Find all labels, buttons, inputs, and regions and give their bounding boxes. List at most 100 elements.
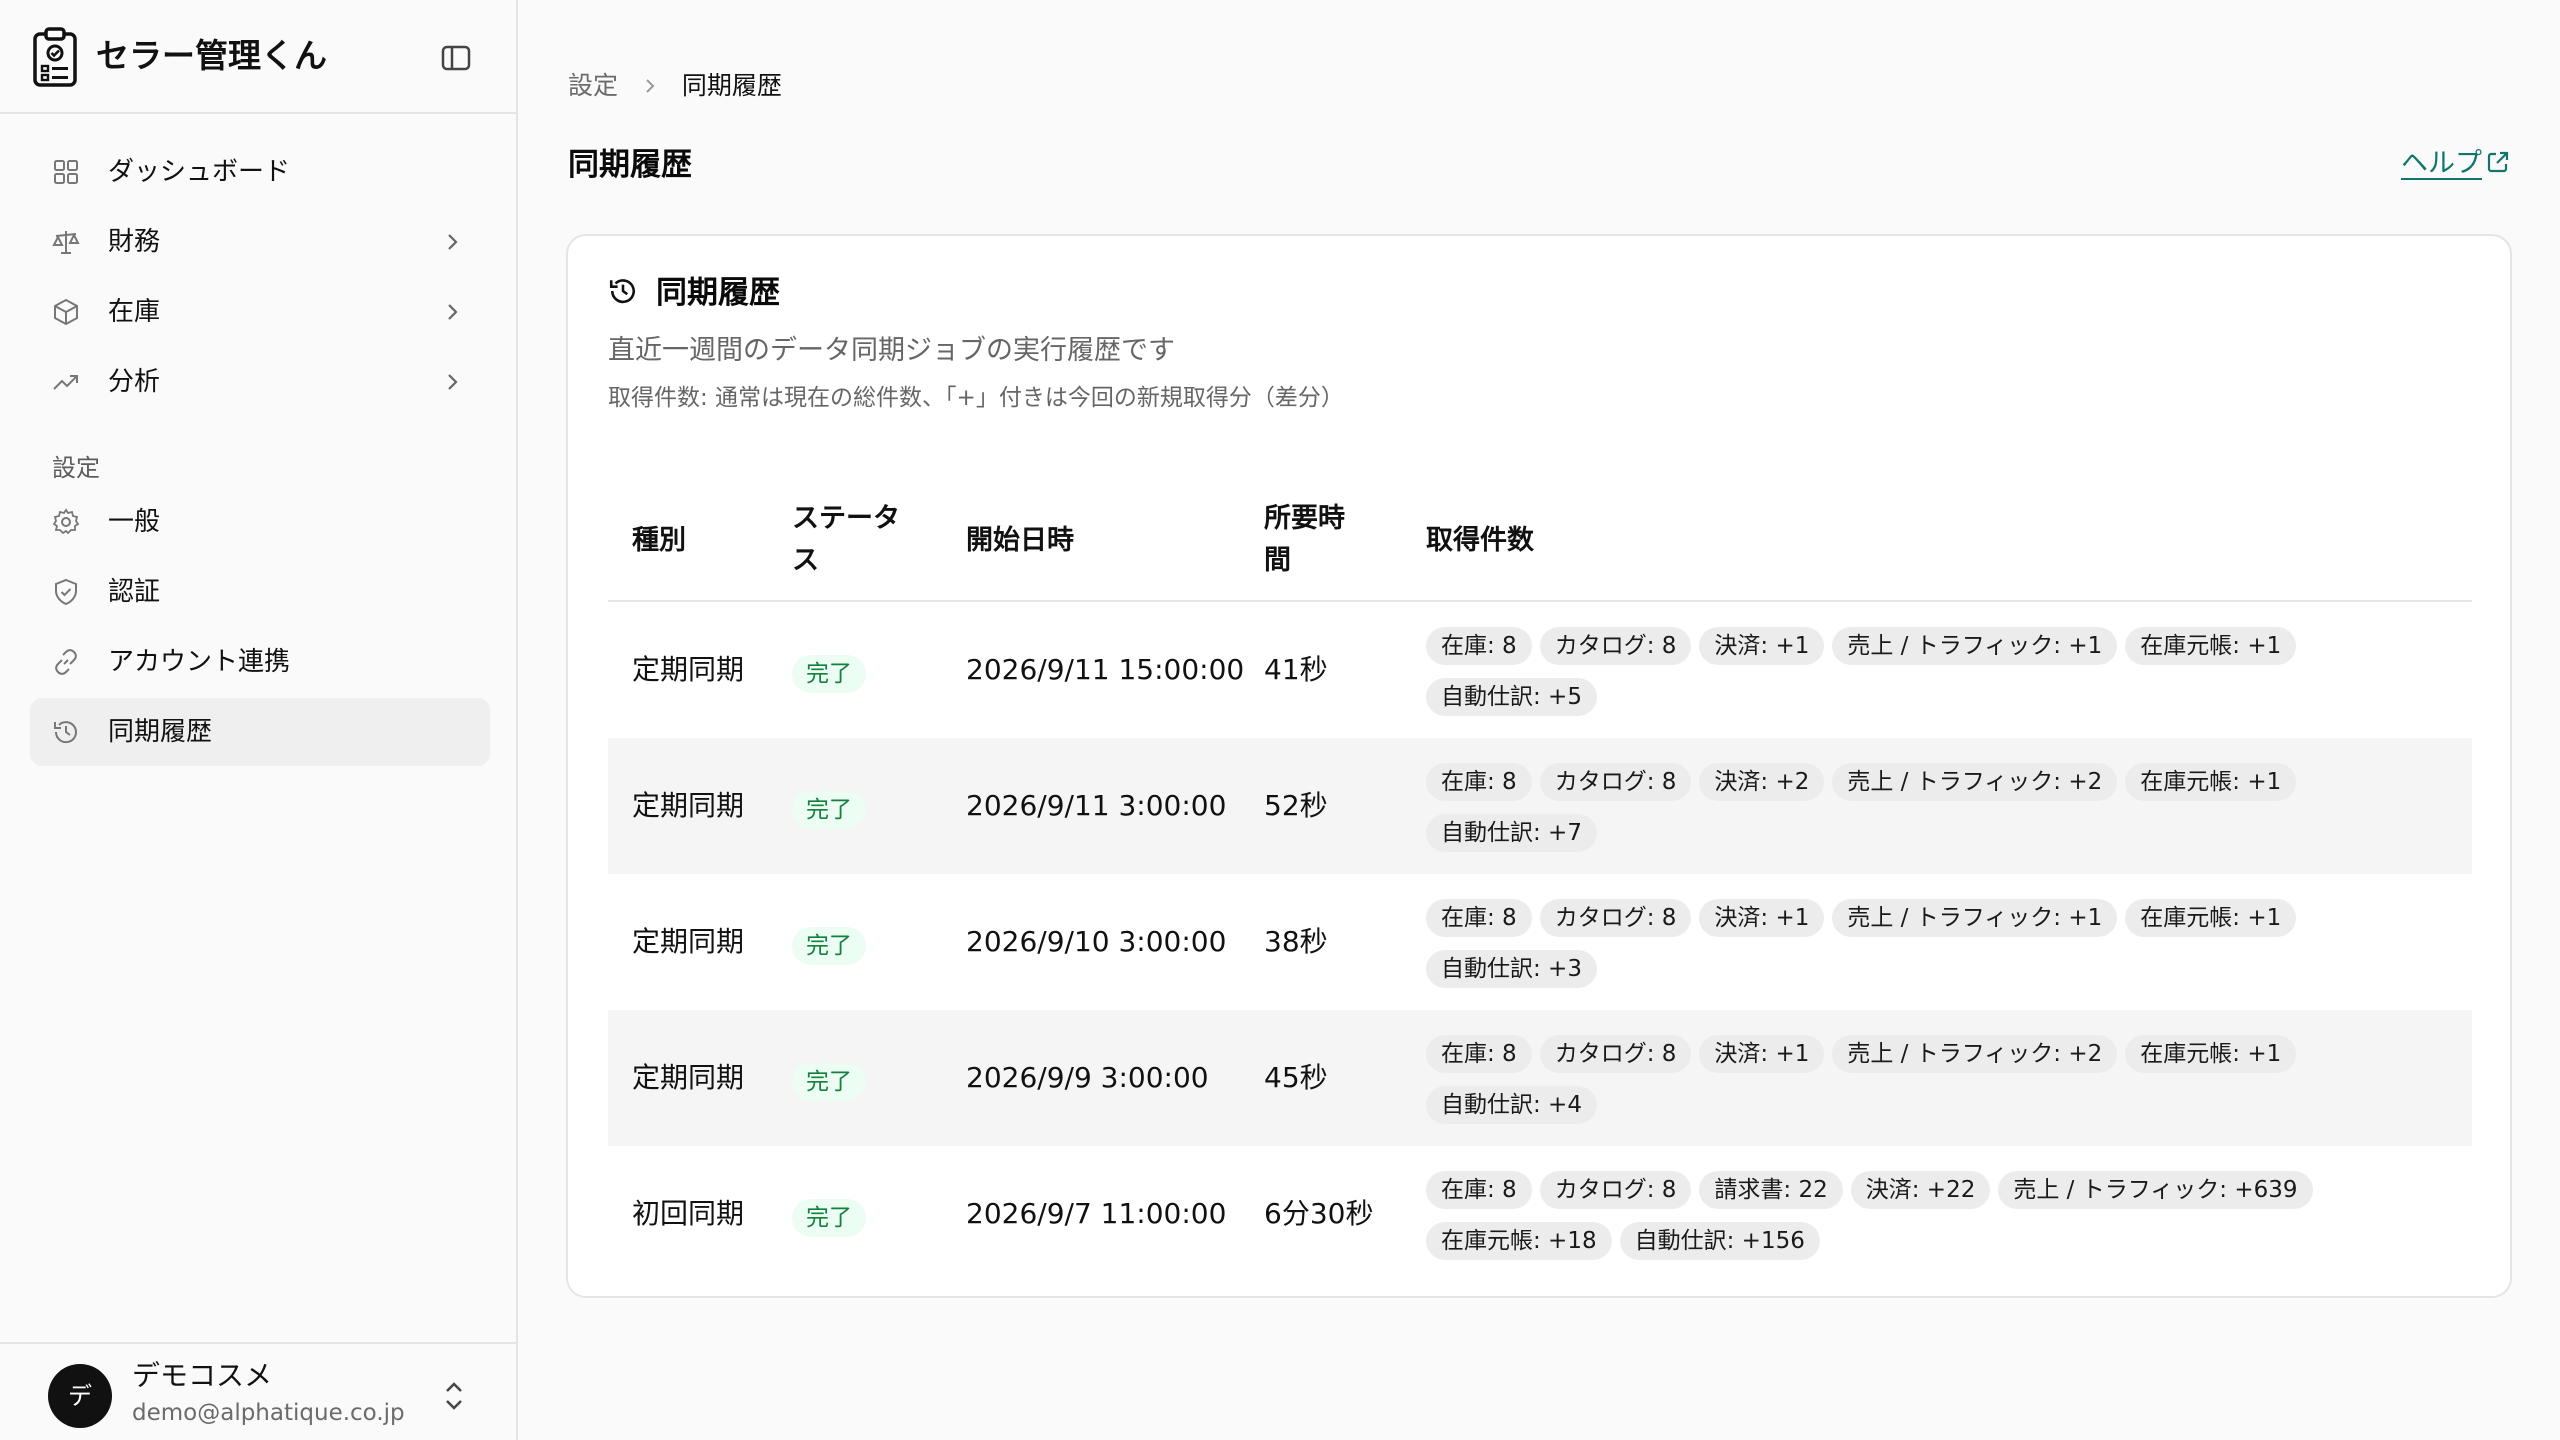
count-chip: 自動仕訳: +156 xyxy=(1619,1222,1820,1260)
count-chip: 売上 / トラフィック: +1 xyxy=(1832,899,2118,937)
column-header-counts: 取得件数 xyxy=(1426,525,1534,556)
user-menu[interactable]: デ デモコスメ demo@alphatique.co.jp xyxy=(0,1342,516,1440)
sidebar-item-sync-history[interactable]: 同期履歴 xyxy=(30,698,490,766)
link-icon xyxy=(55,649,77,675)
count-chip: 請求書: 22 xyxy=(1699,1171,1843,1209)
sidebar-item-label: 在庫 xyxy=(108,297,161,327)
history-icon xyxy=(54,721,77,744)
column-header-status-line1: ステータ xyxy=(792,503,900,534)
status-cell: 完了 xyxy=(792,1060,866,1101)
counts-cell: 在庫: 8 カタログ: 8 決済: +1 売上 / トラフィック: +2 在庫元帳: +… xyxy=(1426,1032,2426,1134)
counts-cell: 在庫: 8 カタログ: 8 請求書: 22 決済: +22 売上 / トラフィック: +… xyxy=(1426,1168,2426,1270)
sidebar: セラー管理くん ダッシュボード 財務 在庫 分析 設定 一般 認証 アカウント連… xyxy=(0,0,518,1440)
status-badge: 完了 xyxy=(792,927,866,965)
user-name: デモコスメ xyxy=(132,1359,273,1392)
trending-up-icon xyxy=(53,375,78,390)
chevron-right-icon xyxy=(448,374,458,390)
sidebar-item-label: 財務 xyxy=(108,227,161,257)
sidebar-item-account-link[interactable]: アカウント連携 xyxy=(30,628,490,696)
sidebar-item-label: 一般 xyxy=(108,507,161,537)
count-chip: カタログ: 8 xyxy=(1539,1035,1692,1073)
column-header-start: 開始日時 xyxy=(966,525,1074,556)
count-chip: 在庫: 8 xyxy=(1426,627,1532,665)
sync-history-card: 同期履歴 直近一週間のデータ同期ジョブの実行履歴です 取得件数: 通常は現在の総… xyxy=(566,234,2512,1298)
sidebar-item-analytics[interactable]: 分析 xyxy=(30,348,490,416)
column-header-duration: 所要時 間 xyxy=(1264,498,1345,582)
sidebar-item-dashboard[interactable]: ダッシュボード xyxy=(30,138,490,206)
scale-icon xyxy=(52,231,80,254)
count-chip: 在庫: 8 xyxy=(1426,763,1532,801)
duration: 41秒 xyxy=(1264,653,1328,686)
status-cell: 完了 xyxy=(792,924,866,965)
table-row: 定期同期 完了 2026/9/10 3:00:00 38秒 在庫: 8 カタログ:… xyxy=(608,874,2472,1010)
count-chip: 決済: +1 xyxy=(1699,1035,1825,1073)
sidebar-item-label: 認証 xyxy=(108,577,161,607)
duration: 45秒 xyxy=(1264,1061,1328,1094)
count-chip: 在庫元帳: +1 xyxy=(2125,627,2297,665)
sync-history-table: 種別 ステータ ス 開始日時 所要時 間 取得件数 定期同期 完了 2026/9… xyxy=(608,454,2472,1282)
status-cell: 完了 xyxy=(792,1196,866,1237)
sidebar-item-finance[interactable]: 財務 xyxy=(30,208,490,276)
count-chip: 在庫元帳: +1 xyxy=(2125,763,2297,801)
duration: 52秒 xyxy=(1264,789,1328,822)
counts-cell: 在庫: 8 カタログ: 8 決済: +2 売上 / トラフィック: +2 在庫元帳: +… xyxy=(1426,760,2426,862)
sidebar-item-auth[interactable]: 認証 xyxy=(30,558,490,626)
card-title: 同期履歴 xyxy=(656,275,780,311)
duration: 38秒 xyxy=(1264,925,1328,958)
sidebar-section-label: 設定 xyxy=(52,454,100,482)
app-title: セラー管理くん xyxy=(96,36,327,75)
avatar: デ xyxy=(48,1364,112,1428)
status-badge: 完了 xyxy=(792,1199,866,1237)
sidebar-item-inventory[interactable]: 在庫 xyxy=(30,278,490,346)
duration: 6分30秒 xyxy=(1264,1197,1374,1230)
help-link[interactable]: ヘルプ xyxy=(2401,146,2510,182)
count-chip: 自動仕訳: +5 xyxy=(1426,678,1597,716)
sidebar-item-label: アカウント連携 xyxy=(108,647,291,677)
table-header: 種別 ステータ ス 開始日時 所要時 間 取得件数 xyxy=(608,454,2472,602)
history-icon xyxy=(609,279,635,304)
column-header-status-line2: ス xyxy=(792,545,819,576)
chevrons-up-down-icon[interactable] xyxy=(440,1378,468,1414)
sidebar-toggle-icon[interactable] xyxy=(440,42,472,74)
page-title: 同期履歴 xyxy=(568,147,692,183)
box-icon xyxy=(54,298,78,326)
breadcrumb: 設定 同期履歴 xyxy=(568,68,782,104)
clipboard-check-icon xyxy=(33,27,77,87)
card-note: 取得件数: 通常は現在の総件数、「+」付きは今回の新規取得分（差分） xyxy=(608,385,1344,411)
sidebar-item-label: 同期履歴 xyxy=(108,717,213,747)
count-chip: 自動仕訳: +7 xyxy=(1426,814,1597,852)
count-chip: 決済: +1 xyxy=(1699,627,1825,665)
start-time: 2026/9/11 3:00:00 xyxy=(966,789,1227,822)
count-chip: 自動仕訳: +4 xyxy=(1426,1086,1597,1124)
sync-type: 定期同期 xyxy=(632,789,745,822)
sync-type: 定期同期 xyxy=(632,925,745,958)
count-chip: 売上 / トラフィック: +2 xyxy=(1832,1035,2118,1073)
gear-icon xyxy=(52,508,80,535)
status-badge: 完了 xyxy=(792,1063,866,1101)
column-header-status: ステータ ス xyxy=(792,498,900,582)
start-time: 2026/9/10 3:00:00 xyxy=(966,925,1227,958)
counts-cell: 在庫: 8 カタログ: 8 決済: +1 売上 / トラフィック: +1 在庫元帳: +… xyxy=(1426,896,2426,998)
column-header-type: 種別 xyxy=(632,525,686,556)
sync-type: 定期同期 xyxy=(632,653,745,686)
counts-cell: 在庫: 8 カタログ: 8 決済: +1 売上 / トラフィック: +1 在庫元帳: +… xyxy=(1426,624,2426,726)
count-chip: 在庫: 8 xyxy=(1426,899,1532,937)
status-badge: 完了 xyxy=(792,791,866,829)
sidebar-item-label: ダッシュボード xyxy=(108,157,291,187)
external-link-icon xyxy=(2487,151,2509,173)
user-email: demo@alphatique.co.jp xyxy=(132,1400,405,1426)
table-row: 定期同期 完了 2026/9/11 3:00:00 52秒 在庫: 8 カタログ:… xyxy=(608,738,2472,874)
table-row: 初回同期 完了 2026/9/7 11:00:00 6分30秒 在庫: 8 カタロ… xyxy=(608,1146,2472,1282)
sidebar-item-general[interactable]: 一般 xyxy=(30,488,490,556)
status-cell: 完了 xyxy=(792,788,866,829)
grid-icon xyxy=(54,160,78,184)
column-header-duration-line1: 所要時 xyxy=(1264,503,1345,534)
start-time: 2026/9/7 11:00:00 xyxy=(966,1197,1227,1230)
sidebar-item-label: 分析 xyxy=(108,367,161,397)
card-description: 直近一週間のデータ同期ジョブの実行履歴です xyxy=(608,335,1175,366)
brand-header: セラー管理くん xyxy=(0,0,516,114)
chevron-right-icon xyxy=(646,79,655,93)
count-chip: カタログ: 8 xyxy=(1539,1171,1692,1209)
breadcrumb-settings[interactable]: 設定 xyxy=(568,71,618,100)
table-row: 定期同期 完了 2026/9/11 15:00:00 41秒 在庫: 8 カタログ… xyxy=(608,602,2472,738)
